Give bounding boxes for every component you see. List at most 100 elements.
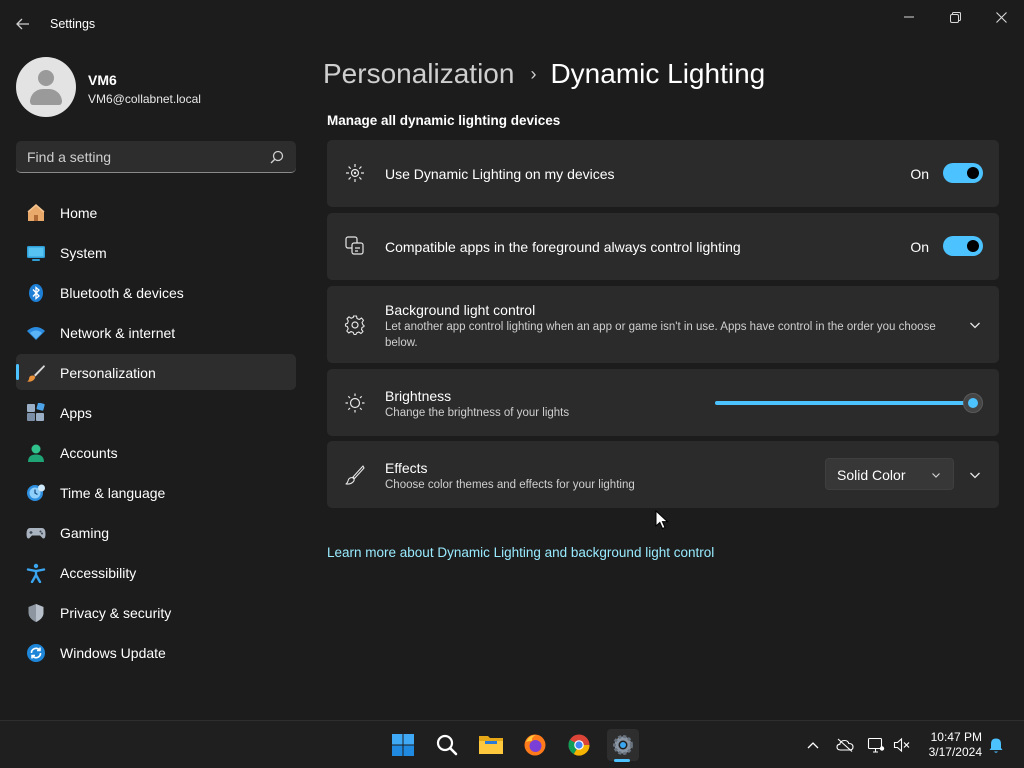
shield-icon	[28, 604, 44, 622]
cloud-offline-icon	[836, 738, 854, 752]
sidebar-item-label: Apps	[60, 405, 92, 421]
restore-icon	[949, 11, 961, 23]
restore-button[interactable]	[935, 6, 975, 28]
wifi-icon	[27, 327, 45, 340]
system-icon	[27, 246, 45, 261]
gamepad-icon	[26, 528, 46, 539]
use-dynamic-lighting-toggle[interactable]	[943, 163, 983, 183]
minimize-button[interactable]	[889, 6, 929, 28]
sidebar-item-system[interactable]: System	[16, 234, 296, 270]
background-light-control-description: Let another app control lighting when an…	[385, 321, 936, 349]
accounts-icon	[28, 444, 44, 462]
brightness-slider-thumb[interactable]	[963, 393, 983, 413]
profile-email: VM6@collabnet.local	[88, 92, 201, 106]
profile-name: VM6	[88, 72, 117, 88]
sidebar-item-home[interactable]: Home	[16, 194, 296, 230]
sidebar-item-time-language[interactable]: Time & language	[16, 474, 296, 510]
sidebar-nav: Home System Bluetooth & devices Network …	[16, 194, 296, 674]
sidebar-item-accounts[interactable]: Accounts	[16, 434, 296, 470]
sidebar-item-label: Personalization	[60, 365, 156, 381]
sidebar-item-personalization[interactable]: Personalization	[16, 354, 296, 390]
firefox-icon	[524, 734, 546, 756]
learn-more-link[interactable]: Learn more about Dynamic Lighting and ba…	[327, 545, 714, 560]
sidebar-item-bluetooth[interactable]: Bluetooth & devices	[16, 274, 296, 310]
background-light-control-label: Background light control	[385, 302, 536, 318]
sidebar-item-gaming[interactable]: Gaming	[16, 514, 296, 550]
brightness-description: Change the brightness of your lights	[385, 407, 570, 419]
chrome-button[interactable]	[563, 729, 595, 761]
effects-dropdown[interactable]: Solid Color	[825, 458, 954, 490]
compatible-apps-toggle[interactable]	[943, 236, 983, 256]
chevron-down-icon[interactable]	[969, 469, 981, 481]
accessibility-icon	[26, 563, 46, 583]
sidebar-item-label: Network & internet	[60, 325, 176, 341]
chevron-up-icon	[807, 742, 819, 749]
sidebar-item-privacy-security[interactable]: Privacy & security	[16, 594, 296, 630]
brightness-icon	[345, 393, 365, 413]
brush-icon	[27, 365, 45, 382]
settings-taskbar-button[interactable]	[607, 729, 639, 761]
notifications-button[interactable]	[986, 735, 1006, 755]
clock-time: 10:47 PM	[930, 730, 982, 744]
section-title: Manage all dynamic lighting devices	[327, 113, 561, 128]
file-explorer-icon	[479, 736, 503, 754]
clock-date: 3/17/2024	[928, 745, 982, 759]
close-icon	[995, 11, 1007, 23]
brightness-label: Brightness	[385, 388, 452, 404]
system-clock[interactable]: 10:47 PM 3/17/2024	[920, 730, 982, 760]
minimize-icon	[904, 16, 914, 18]
title-bar: Settings	[0, 0, 1024, 48]
sidebar-item-network[interactable]: Network & internet	[16, 314, 296, 350]
home-icon	[27, 204, 45, 221]
sidebar-item-label: Time & language	[60, 485, 166, 501]
effects-label: Effects	[385, 460, 428, 476]
back-button[interactable]	[10, 12, 36, 36]
brush-icon	[345, 465, 365, 485]
search-box	[16, 141, 296, 173]
sidebar-item-label: Bluetooth & devices	[60, 285, 184, 301]
taskbar-search-button[interactable]	[431, 729, 463, 761]
search-input[interactable]	[16, 141, 266, 172]
show-hidden-icons-button[interactable]	[803, 735, 823, 755]
network-tray-button[interactable]	[866, 735, 886, 755]
firefox-button[interactable]	[519, 729, 551, 761]
settings-icon	[613, 735, 633, 755]
use-dynamic-lighting-card: Use Dynamic Lighting on my devices On	[327, 140, 999, 207]
sidebar-item-label: Home	[60, 205, 98, 221]
user-profile[interactable]: VM6 VM6@collabnet.local	[16, 57, 296, 117]
sidebar-item-label: Gaming	[60, 525, 110, 541]
chevron-down-icon[interactable]	[969, 319, 981, 331]
chevron-down-icon	[932, 473, 940, 478]
breadcrumb-separator: ›	[530, 63, 537, 84]
dynamic-lighting-icon	[346, 164, 364, 182]
start-button[interactable]	[387, 729, 419, 761]
app-title: Settings	[50, 17, 96, 31]
sidebar-item-accessibility[interactable]: Accessibility	[16, 554, 296, 590]
search-icon[interactable]	[270, 150, 284, 164]
sidebar-item-label: Privacy & security	[60, 605, 172, 621]
breadcrumb-parent[interactable]: Personalization	[323, 58, 514, 90]
page-title: Dynamic Lighting	[550, 58, 766, 89]
effects-dropdown-value: Solid Color	[837, 467, 906, 483]
search-icon	[436, 734, 458, 756]
volume-tray-button[interactable]	[892, 735, 912, 755]
effects-card[interactable]: Effects Choose color themes and effects …	[327, 441, 999, 508]
chrome-icon	[568, 734, 590, 756]
avatar	[16, 57, 76, 117]
sidebar-item-label: Accessibility	[60, 565, 137, 581]
active-app-indicator	[614, 759, 630, 762]
background-light-control-card[interactable]: Background light control Let another app…	[327, 286, 999, 363]
sidebar-item-label: Windows Update	[60, 645, 166, 661]
sidebar-item-label: System	[60, 245, 107, 261]
bluetooth-icon	[29, 284, 43, 302]
sidebar-item-windows-update[interactable]: Windows Update	[16, 634, 296, 670]
brightness-slider-track[interactable]	[715, 401, 973, 405]
file-explorer-button[interactable]	[475, 729, 507, 761]
sidebar-item-apps[interactable]: Apps	[16, 394, 296, 430]
close-button[interactable]	[981, 6, 1021, 28]
update-icon	[27, 644, 45, 662]
gear-icon	[344, 315, 365, 336]
onedrive-button[interactable]	[835, 735, 855, 755]
bell-icon	[989, 738, 1003, 753]
compatible-apps-card: Compatible apps in the foreground always…	[327, 213, 999, 280]
